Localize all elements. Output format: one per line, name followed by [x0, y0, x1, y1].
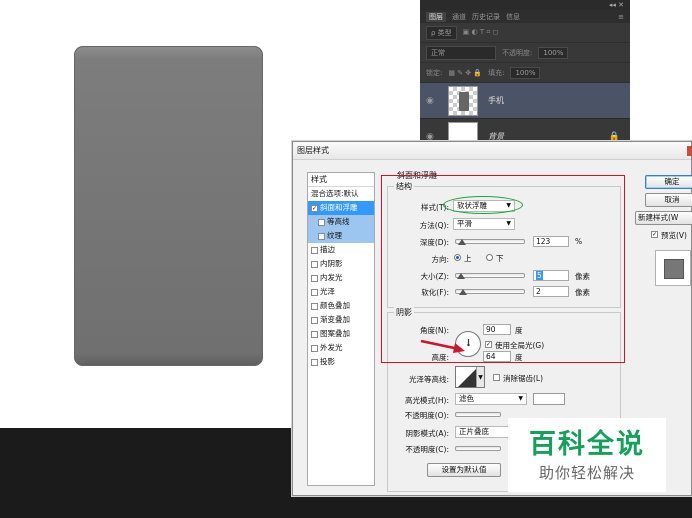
style-item-texture[interactable]: 纹理 — [308, 229, 374, 243]
style-item-bevel[interactable]: ✓ 斜面和浮雕 — [308, 201, 374, 215]
lock-row: 锁定: ▦ ✎ ✥ 🔒 填充: 100% — [420, 63, 630, 83]
lock-icons[interactable]: ▦ ✎ ✥ 🔒 — [448, 69, 482, 77]
checkbox[interactable] — [311, 260, 318, 268]
preview-label: 预览(V) — [661, 231, 687, 240]
panel-menu-icon[interactable]: ≡ — [618, 13, 624, 21]
new-style-button[interactable]: 新建样式(W — [635, 211, 692, 225]
style-item-label: 描边 — [320, 245, 335, 254]
style-item-inner-shadow[interactable]: 内阴影 — [308, 257, 374, 271]
tab-layers[interactable]: 图层 — [426, 11, 446, 22]
shadow-mode-select[interactable]: 正片叠底 — [455, 426, 511, 438]
dialog-title: 图层样式 — [293, 142, 691, 160]
style-item-label: 渐变叠加 — [320, 315, 350, 324]
shadow-opacity-slider[interactable] — [455, 446, 501, 451]
lock-icon: 🔒 — [608, 131, 620, 142]
shadow-mode-label: 阴影模式(A): — [405, 429, 449, 438]
opacity-value[interactable]: 100% — [538, 46, 569, 59]
filter-kind-select[interactable]: ρ 类型 — [426, 25, 457, 40]
checkbox[interactable] — [318, 232, 325, 240]
style-item-label: 外发光 — [320, 343, 343, 352]
layer-name: 手机 — [488, 96, 504, 105]
style-preview — [655, 250, 691, 286]
highlight-opacity-label: 不透明度(O): — [404, 411, 449, 420]
checkbox[interactable] — [311, 274, 318, 282]
cancel-button[interactable]: 取消 — [645, 193, 692, 207]
layers-panel-tabs: 图层 通道 历史记录 信息 ≡ — [420, 10, 630, 23]
style-item-pattern-overlay[interactable]: 图案叠加 — [308, 327, 374, 341]
lock-label: 锁定: — [426, 68, 443, 77]
style-item-label: 等高线 — [327, 217, 350, 226]
style-item-gradient-overlay[interactable]: 渐变叠加 — [308, 313, 374, 327]
checkbox[interactable] — [311, 330, 318, 338]
close-icon[interactable] — [687, 146, 692, 156]
style-item-contour[interactable]: 等高线 — [308, 215, 374, 229]
green-highlight-oval — [443, 196, 523, 214]
checkbox[interactable] — [311, 316, 318, 324]
style-item-label: 图案叠加 — [320, 329, 350, 338]
preview-swatch — [664, 259, 684, 279]
style-item-label: 颜色叠加 — [320, 301, 350, 310]
tab-channels[interactable]: 通道 — [452, 12, 466, 22]
checkbox[interactable] — [311, 288, 318, 296]
shadow-opacity-label: 不透明度(C): — [405, 445, 449, 454]
fill-label: 填充: — [488, 68, 505, 77]
style-item-label: 投影 — [320, 357, 335, 366]
layer-filter-row: ρ 类型 ▣ ◐ T ⌗ ◻ — [420, 23, 630, 43]
gloss-contour-label: 光泽等高线: — [408, 375, 449, 384]
anti-alias-label: 消除锯齿(L) — [503, 374, 544, 383]
red-arrow-icon — [420, 339, 465, 353]
layer-row-phone[interactable]: ◉ 手机 — [420, 83, 630, 119]
checkbox[interactable]: ✓ — [311, 204, 318, 212]
panel-window-controls[interactable]: ◂◂ ✕ — [420, 0, 630, 10]
eye-icon[interactable]: ◉ — [426, 132, 438, 142]
style-item-stroke[interactable]: 描边 — [308, 243, 374, 257]
checkbox[interactable] — [318, 218, 325, 226]
blend-mode-select[interactable]: 正常 — [426, 45, 496, 60]
tab-history[interactable]: 历史记录 — [472, 12, 500, 22]
layer-thumbnail — [448, 85, 478, 116]
style-item-satin[interactable]: 光泽 — [308, 285, 374, 299]
style-item-label: 光泽 — [320, 287, 335, 296]
highlight-mode-value: 滤色 — [459, 394, 474, 403]
tab-info[interactable]: 信息 — [506, 12, 520, 22]
anti-alias-checkbox[interactable] — [493, 374, 500, 381]
style-item-inner-glow[interactable]: 内发光 — [308, 271, 374, 285]
checkbox[interactable] — [311, 344, 318, 352]
style-item-outer-glow[interactable]: 外发光 — [308, 341, 374, 355]
filter-icons[interactable]: ▣ ◐ T ⌗ ◻ — [463, 28, 499, 37]
contour-preview — [456, 367, 478, 387]
layers-panel: ◂◂ ✕ 图层 通道 历史记录 信息 ≡ ρ 类型 ▣ ◐ T ⌗ ◻ 正常 不… — [420, 0, 630, 155]
checkbox[interactable] — [311, 358, 318, 366]
chevron-down-icon: ▼ — [476, 367, 484, 387]
ok-button[interactable]: 确定 — [645, 175, 692, 189]
highlight-mode-label: 高光模式(H): — [404, 396, 449, 405]
opacity-label: 不透明度: — [502, 48, 533, 57]
style-item-label: 纹理 — [327, 231, 342, 240]
blend-options-item[interactable]: 混合选项:默认 — [308, 187, 374, 201]
style-item-label: 斜面和浮雕 — [320, 203, 358, 212]
phone-shape[interactable] — [74, 46, 263, 366]
highlight-color-swatch[interactable] — [533, 393, 565, 405]
gloss-contour-picker[interactable]: ▼ — [455, 366, 485, 388]
eye-icon[interactable]: ◉ — [426, 96, 438, 106]
style-item-label: 内阴影 — [320, 259, 343, 268]
fill-value[interactable]: 100% — [510, 66, 541, 79]
watermark: 百科全说 助你轻松解决 — [508, 418, 666, 492]
style-item-label: 内发光 — [320, 273, 343, 282]
styles-header[interactable]: 样式 — [308, 173, 374, 187]
shadow-mode-value: 正片叠底 — [459, 427, 489, 436]
set-default-button[interactable]: 设置为默认值 — [427, 463, 501, 477]
style-item-drop-shadow[interactable]: 投影 — [308, 355, 374, 369]
chevron-down-icon: ▼ — [518, 395, 523, 402]
preview-checkbox[interactable]: ✓ — [651, 231, 658, 238]
styles-list: 样式 混合选项:默认 ✓ 斜面和浮雕 等高线 纹理 描边 内阴影 内发光 光泽 … — [307, 172, 375, 486]
watermark-title: 百科全说 — [529, 429, 645, 460]
checkbox[interactable] — [311, 302, 318, 310]
style-item-color-overlay[interactable]: 颜色叠加 — [308, 299, 374, 313]
highlight-opacity-slider[interactable] — [455, 412, 501, 417]
blend-row: 正常 不透明度: 100% — [420, 43, 630, 63]
checkbox[interactable] — [311, 246, 318, 254]
watermark-subtitle: 助你轻松解决 — [538, 464, 635, 482]
highlight-mode-select[interactable]: 滤色 ▼ — [455, 393, 527, 405]
